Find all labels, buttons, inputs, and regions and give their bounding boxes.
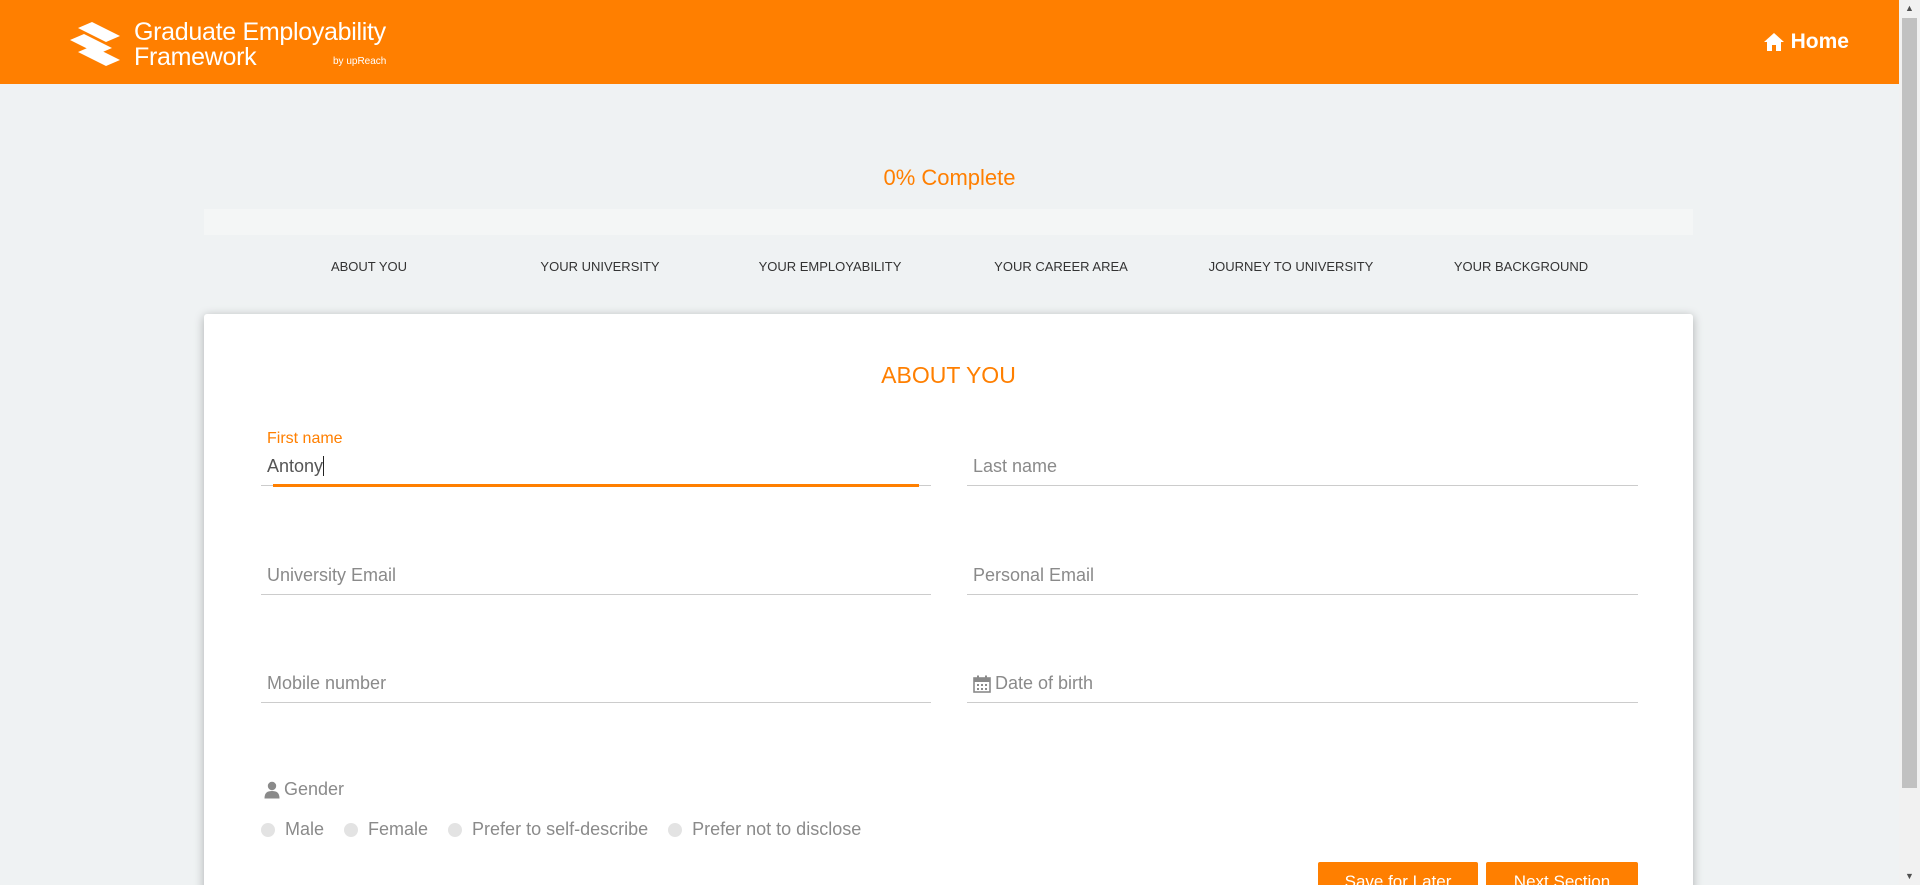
step-about-you[interactable]: ABOUT YOU bbox=[254, 259, 484, 274]
gender-option-not-disclose[interactable]: Prefer not to disclose bbox=[668, 819, 861, 840]
text-caret bbox=[323, 456, 325, 476]
site-logo[interactable]: Graduate Employability Framework by upRe… bbox=[70, 20, 400, 74]
mobile-number-underline bbox=[261, 702, 931, 703]
next-section-button[interactable]: Next Section bbox=[1486, 862, 1638, 885]
gender-options: Male Female Prefer to self-describe Pref… bbox=[261, 819, 861, 840]
personal-email-field[interactable]: Personal Email bbox=[967, 539, 1638, 609]
scroll-down-arrow-icon[interactable]: ▼ bbox=[1899, 868, 1920, 885]
first-name-field[interactable]: First name Antony bbox=[261, 430, 931, 500]
first-name-input[interactable]: Antony bbox=[267, 456, 325, 477]
calendar-icon bbox=[973, 675, 991, 693]
save-for-later-button[interactable]: Save for Later bbox=[1318, 862, 1478, 885]
mobile-number-field[interactable]: Mobile number bbox=[261, 647, 931, 717]
logo-title-line1: Graduate Employability bbox=[134, 18, 386, 46]
gender-option-male[interactable]: Male bbox=[261, 819, 324, 840]
progress-label: 0% Complete bbox=[883, 165, 1016, 190]
last-name-input[interactable]: Last name bbox=[973, 456, 1057, 477]
section-title: ABOUT YOU bbox=[881, 362, 1016, 388]
gender-option-label: Male bbox=[285, 819, 325, 839]
date-of-birth-input[interactable]: Date of birth bbox=[973, 673, 1093, 694]
step-your-career-area[interactable]: YOUR CAREER AREA bbox=[946, 259, 1176, 274]
mobile-number-input[interactable]: Mobile number bbox=[267, 673, 386, 694]
user-icon bbox=[264, 781, 280, 798]
radio-button[interactable] bbox=[448, 822, 463, 837]
radio-button[interactable] bbox=[344, 822, 359, 837]
gender-option-label: Prefer not to disclose bbox=[692, 819, 862, 839]
first-name-label: First name bbox=[267, 430, 343, 447]
logo-byline: by upReach bbox=[333, 56, 387, 67]
step-your-background[interactable]: YOUR BACKGROUND bbox=[1406, 259, 1636, 274]
personal-email-input[interactable]: Personal Email bbox=[973, 565, 1094, 586]
home-icon bbox=[1763, 33, 1784, 51]
first-name-value: Antony bbox=[267, 456, 324, 476]
university-email-input[interactable]: University Email bbox=[267, 565, 396, 586]
vertical-scrollbar[interactable]: ▲ ▼ bbox=[1899, 0, 1920, 885]
form-card: ABOUT YOU First name Antony Last name Un… bbox=[204, 314, 1693, 885]
date-of-birth-underline bbox=[967, 702, 1638, 703]
home-link[interactable]: Home bbox=[1763, 30, 1849, 54]
gender-option-female[interactable]: Female bbox=[344, 819, 428, 840]
top-header: Graduate Employability Framework by upRe… bbox=[0, 0, 1899, 84]
logo-stripes-icon bbox=[70, 22, 120, 66]
gender-option-label: Prefer to self-describe bbox=[472, 819, 649, 839]
gender-option-self-describe[interactable]: Prefer to self-describe bbox=[448, 819, 648, 840]
step-your-employability[interactable]: YOUR EMPLOYABILITY bbox=[715, 259, 945, 274]
progress-bar bbox=[204, 209, 1693, 235]
home-link-label: Home bbox=[1790, 30, 1849, 53]
date-of-birth-field[interactable]: Date of birth bbox=[967, 647, 1638, 717]
university-email-underline bbox=[261, 594, 931, 595]
gender-option-label: Female bbox=[368, 819, 429, 839]
step-journey-to-university[interactable]: JOURNEY TO UNIVERSITY bbox=[1176, 259, 1406, 274]
university-email-field[interactable]: University Email bbox=[261, 539, 931, 609]
date-of-birth-placeholder: Date of birth bbox=[995, 673, 1094, 693]
radio-button[interactable] bbox=[668, 822, 683, 837]
first-name-active-underline bbox=[273, 484, 919, 487]
scroll-up-arrow-icon[interactable]: ▲ bbox=[1899, 0, 1920, 17]
gender-label: Gender bbox=[264, 779, 344, 800]
last-name-field[interactable]: Last name bbox=[967, 430, 1638, 500]
radio-button[interactable] bbox=[261, 822, 275, 837]
last-name-underline bbox=[967, 485, 1638, 486]
gender-label-text: Gender bbox=[284, 779, 345, 799]
scroll-thumb[interactable] bbox=[1902, 18, 1917, 788]
personal-email-underline bbox=[967, 594, 1638, 595]
step-your-university[interactable]: YOUR UNIVERSITY bbox=[485, 259, 715, 274]
